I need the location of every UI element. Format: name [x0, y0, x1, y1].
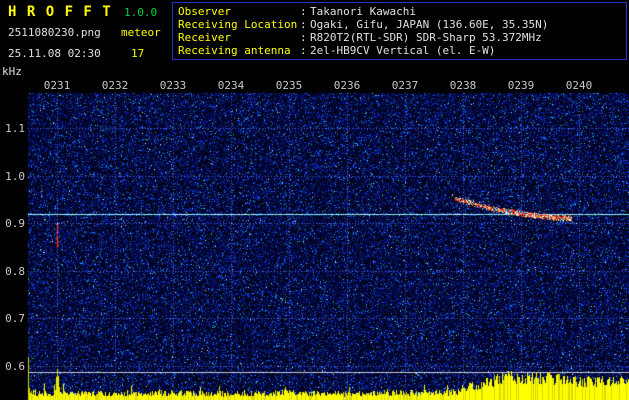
time-tick-label: 0238: [449, 79, 477, 92]
info-row-observer: Observer : Takanori Kawachi: [178, 5, 621, 18]
info-row-receiver: Receiver : R820T2(RTL-SDR) SDR-Sharp 53.…: [178, 31, 621, 44]
freq-axis: 1.1 1.0 0.9 0.8 0.7 0.6: [0, 0, 28, 400]
info-colon: :: [300, 31, 307, 44]
info-value-location: Ogaki, Gifu, JAPAN (136.60E, 35.35N): [310, 18, 549, 31]
info-label-location: Receiving Location: [178, 18, 298, 31]
info-row-antenna: Receiving antenna : 2el-HB9CV Vertical (…: [178, 44, 621, 57]
time-tick-label: 0236: [333, 79, 361, 92]
time-tick-label: 0240: [565, 79, 593, 92]
time-tick-label: 0237: [391, 79, 419, 92]
freq-tick-label: 0.9: [5, 217, 25, 230]
spectrogram-canvas: [0, 0, 629, 400]
info-value-antenna: 2el-HB9CV Vertical (el. E-W): [310, 44, 496, 57]
info-value-receiver: R820T2(RTL-SDR) SDR-Sharp 53.372MHz: [310, 31, 542, 44]
info-colon: :: [300, 18, 307, 31]
time-tick-label: 0232: [101, 79, 129, 92]
info-colon: :: [300, 44, 307, 57]
time-tick-label: 0234: [217, 79, 245, 92]
info-label-observer: Observer: [178, 5, 231, 18]
time-tick-label: 0231: [43, 79, 71, 92]
info-label-antenna: Receiving antenna: [178, 44, 291, 57]
freq-tick-label: 0.7: [5, 312, 25, 325]
time-tick-label: 0235: [275, 79, 303, 92]
time-axis: 0231 0232 0233 0234 0235 0236 0237 0238 0239 0240: [0, 79, 629, 92]
info-row-location: Receiving Location : Ogaki, Gifu, JAPAN …: [178, 18, 621, 31]
info-label-receiver: Receiver: [178, 31, 231, 44]
hrofft-window: H R O F F T 1.0.0 2511080230.png meteor …: [0, 0, 629, 400]
echo-count: 17: [131, 47, 145, 60]
app-version: 1.0.0: [124, 6, 158, 19]
time-tick-label: 0239: [507, 79, 535, 92]
station-info-panel: Observer : Takanori Kawachi Receiving Lo…: [172, 2, 627, 60]
freq-tick-label: 0.6: [5, 360, 25, 373]
freq-tick-label: 1.0: [5, 170, 25, 183]
time-tick-label: 0233: [159, 79, 187, 92]
info-colon: :: [300, 5, 307, 18]
freq-tick-label: 0.8: [5, 265, 25, 278]
info-value-observer: Takanori Kawachi: [310, 5, 416, 18]
mode-label: meteor: [121, 26, 161, 39]
freq-tick-label: 1.1: [5, 122, 25, 135]
